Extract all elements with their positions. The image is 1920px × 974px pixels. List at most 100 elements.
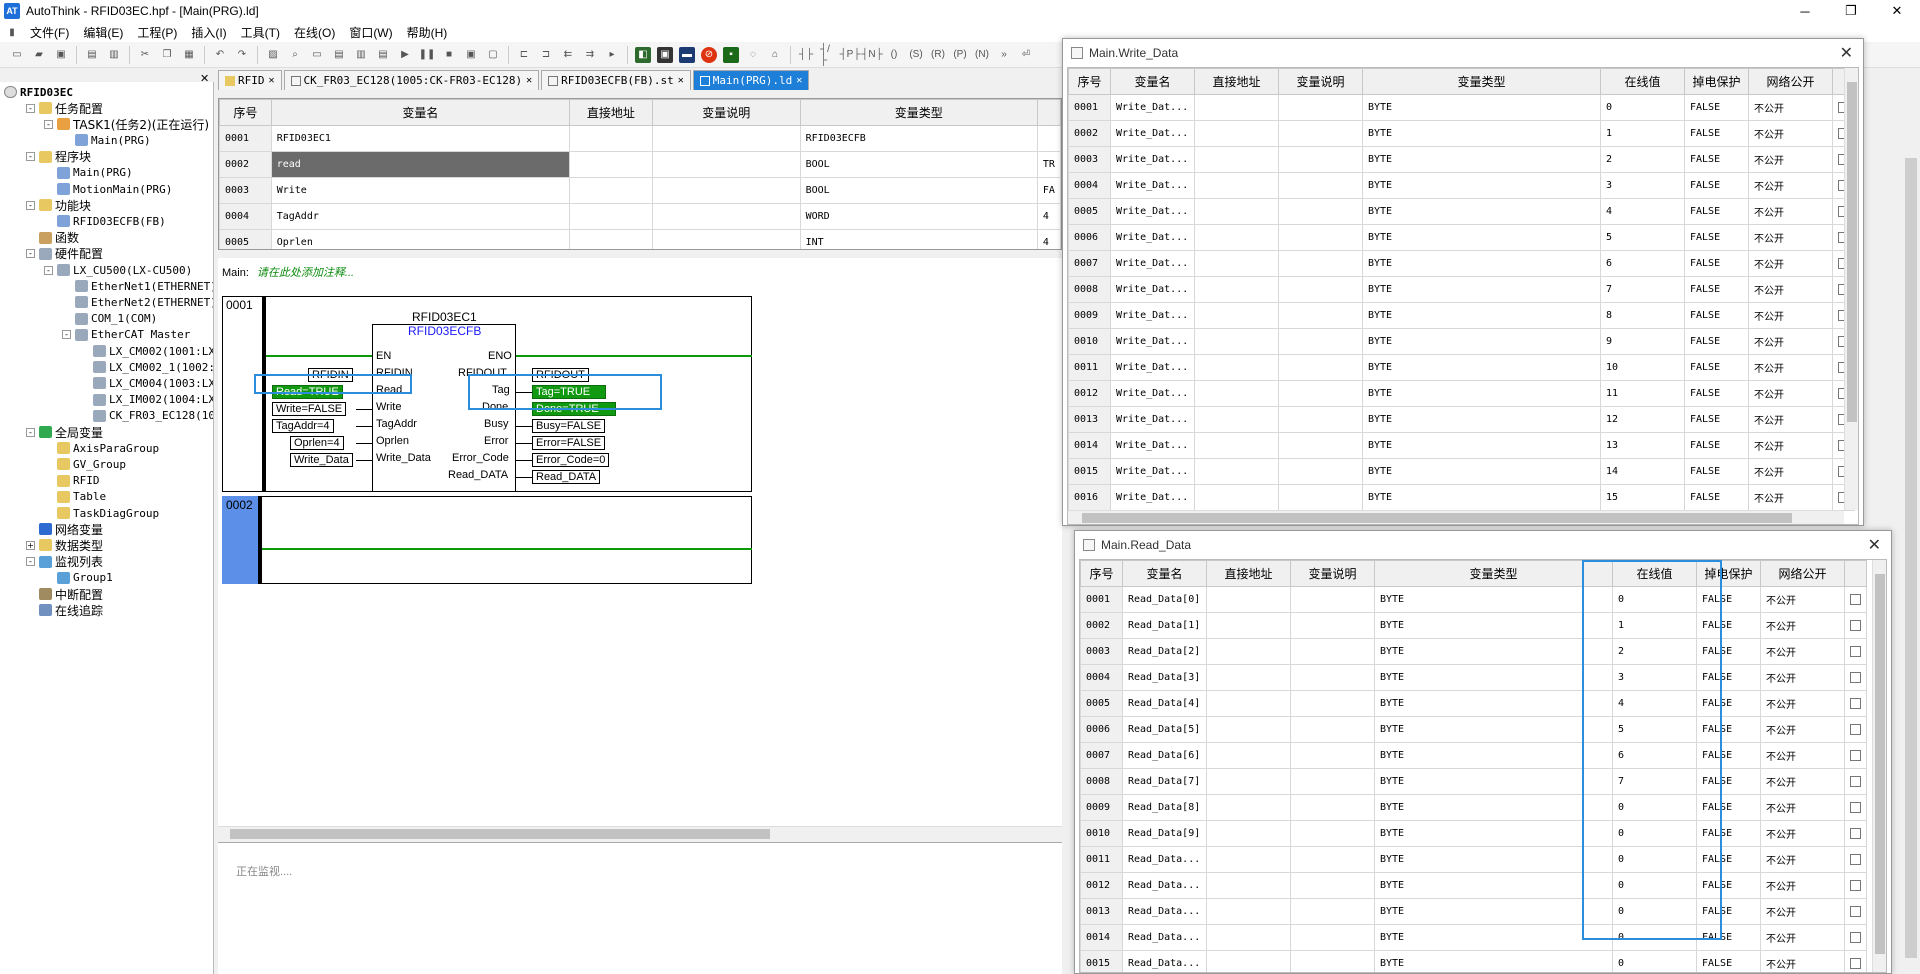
table-cell[interactable]: 0007 <box>1068 250 1111 277</box>
expand-toggle-icon[interactable]: - <box>26 200 35 210</box>
table-cell[interactable]: 0012 <box>1068 380 1111 407</box>
output-variable-busy[interactable]: Busy=FALSE <box>532 419 606 433</box>
online-icon[interactable]: ◧ <box>635 46 651 63</box>
table-cell[interactable] <box>568 229 653 249</box>
table-cell[interactable] <box>651 229 801 249</box>
table-cell[interactable]: FALSE <box>1684 120 1749 147</box>
expand-toggle-icon[interactable]: - <box>26 427 35 437</box>
insert-branch-icon[interactable]: ⇉ <box>582 47 598 63</box>
table-row[interactable]: 0003 Write_Dat... BYTE 2 FALSE 不公开 <box>1068 146 1855 173</box>
insert-fb-icon[interactable]: ▸ <box>604 47 620 63</box>
table-cell[interactable]: 15 <box>1600 484 1685 511</box>
table-cell[interactable] <box>1278 94 1363 121</box>
tree-close-icon[interactable]: ✕ <box>200 72 209 85</box>
table-row[interactable]: 0012 Write_Dat... BYTE 11 FALSE 不公开 <box>1068 380 1855 407</box>
contact-n-icon[interactable]: ┤N├ <box>861 47 882 63</box>
col-header-desc[interactable]: 变量说明 <box>1290 560 1375 587</box>
table-cell[interactable]: 不公开 <box>1760 586 1845 613</box>
table-cell[interactable]: 不公开 <box>1748 172 1833 199</box>
table-cell[interactable]: BYTE <box>1362 276 1601 303</box>
table-cell[interactable] <box>1206 872 1291 899</box>
tree-node[interactable]: LX_IM002(1004:LX-I <box>80 392 213 408</box>
col-header-name[interactable]: 变量名 <box>1110 68 1195 95</box>
input-variable-write[interactable]: Write=FALSE <box>272 402 347 416</box>
table-cell[interactable]: WORD <box>799 203 1038 230</box>
table-cell[interactable]: 不公开 <box>1748 458 1833 485</box>
table-cell[interactable]: BYTE <box>1374 846 1613 873</box>
table-cell[interactable]: Read_Data[0] <box>1122 586 1207 613</box>
checkbox[interactable] <box>1850 931 1861 943</box>
col-header-address[interactable]: 直接地址 <box>1206 560 1291 587</box>
jump-icon[interactable]: » <box>996 47 1012 63</box>
table-cell[interactable] <box>1206 846 1291 873</box>
table-cell[interactable]: 不公开 <box>1748 432 1833 459</box>
table-cell[interactable]: BYTE <box>1374 924 1613 951</box>
tree-node[interactable]: - 硬件配置 <box>26 246 103 262</box>
table-row[interactable]: 0015 Write_Dat... BYTE 14 FALSE 不公开 <box>1068 458 1855 485</box>
tree-node[interactable]: - LX_CU500(LX-CU500) <box>44 262 192 278</box>
table-cell[interactable]: Write <box>270 177 570 204</box>
table-cell[interactable]: 12 <box>1600 406 1685 433</box>
table-cell[interactable] <box>1194 406 1279 433</box>
table-cell[interactable] <box>1194 120 1279 147</box>
table-cell[interactable]: 0003 <box>219 177 272 204</box>
table-cell[interactable]: INT <box>799 229 1038 249</box>
table-cell[interactable]: 不公开 <box>1760 742 1845 769</box>
table-cell[interactable]: BYTE <box>1374 690 1613 717</box>
table-cell[interactable]: 11 <box>1600 380 1685 407</box>
tree-node[interactable]: 在线追踪 <box>26 602 103 618</box>
download-icon[interactable]: ▤ <box>375 47 391 63</box>
table-cell[interactable]: Write_Dat... <box>1110 380 1195 407</box>
table-cell[interactable] <box>1290 872 1375 899</box>
col-header-name[interactable]: 变量名 <box>270 99 570 126</box>
stop-icon[interactable]: ■ <box>441 47 457 63</box>
tree-node[interactable]: 网络变量 <box>26 521 103 537</box>
table-cell[interactable]: Read_Data[5] <box>1122 716 1207 743</box>
expand-toggle-icon[interactable]: - <box>26 557 35 567</box>
redo-icon[interactable]: ↷ <box>234 47 250 63</box>
col-header-online-value[interactable]: 在线值 <box>1600 68 1685 95</box>
table-cell[interactable]: 0004 <box>1068 172 1111 199</box>
col-header-index[interactable]: 序号 <box>219 99 272 126</box>
table-cell[interactable]: Read_Data[3] <box>1122 664 1207 691</box>
table-cell[interactable]: Read_Data... <box>1122 846 1207 873</box>
table-cell[interactable]: BYTE <box>1374 612 1613 639</box>
table-cell[interactable]: 0002 <box>1080 612 1123 639</box>
table-cell[interactable]: 0006 <box>1068 224 1111 251</box>
contact-no-icon[interactable]: ┤├ <box>798 47 814 63</box>
table-cell[interactable]: 0 <box>1612 950 1697 972</box>
coil-n-icon[interactable]: (N) <box>974 47 990 63</box>
paste-icon[interactable]: ▦ <box>181 47 197 63</box>
contact-p-icon[interactable]: ┤P├ <box>840 47 861 63</box>
table-cell[interactable] <box>1278 120 1363 147</box>
tab-close-icon[interactable]: ✕ <box>269 75 275 86</box>
col-header-desc[interactable]: 变量说明 <box>651 99 801 126</box>
table-cell[interactable]: BYTE <box>1374 586 1613 613</box>
table-cell[interactable]: 0003 <box>1068 146 1111 173</box>
table-cell[interactable]: Write_Dat... <box>1110 406 1195 433</box>
tree-node[interactable]: CK_FR03_EC128(1005 <box>80 408 213 424</box>
table-cell[interactable]: FALSE <box>1696 950 1761 972</box>
compile-icon[interactable]: ▭ <box>309 47 325 63</box>
table-cell[interactable]: FALSE <box>1684 484 1749 511</box>
table-cell[interactable]: FALSE <box>1684 406 1749 433</box>
table-cell[interactable]: 0007 <box>1080 742 1123 769</box>
col-header-type[interactable]: 变量类型 <box>1374 560 1613 587</box>
table-cell[interactable]: 0012 <box>1080 872 1123 899</box>
col-header-type[interactable]: 变量类型 <box>799 99 1038 126</box>
table-cell[interactable]: FALSE <box>1684 146 1749 173</box>
table-cell[interactable]: FALSE <box>1684 302 1749 329</box>
tree-node[interactable]: Table <box>44 489 106 505</box>
close-window-button[interactable]: ✕ <box>1868 535 1881 555</box>
table-cell[interactable]: 不公开 <box>1748 276 1833 303</box>
table-cell[interactable] <box>1194 224 1279 251</box>
tab-rfid03ecfb[interactable]: RFID03ECFB(FB).st ✕ <box>541 70 691 90</box>
table-cell[interactable]: 不公开 <box>1760 872 1845 899</box>
table-cell[interactable]: Read_Data[2] <box>1122 638 1207 665</box>
table-row[interactable]: 0002 read BOOL TR <box>219 151 1061 178</box>
tree-node[interactable]: GV_Group <box>44 456 126 472</box>
table-cell[interactable]: Read_Data... <box>1122 950 1207 972</box>
table-cell[interactable]: BYTE <box>1362 172 1601 199</box>
table-cell[interactable] <box>1206 820 1291 847</box>
table-cell[interactable] <box>651 203 801 230</box>
